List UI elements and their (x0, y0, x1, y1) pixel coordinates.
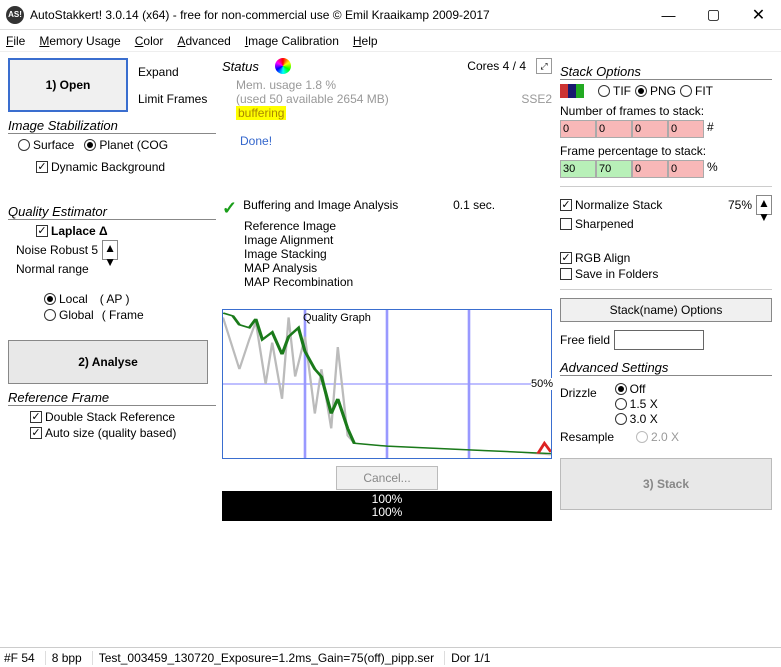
menu-help[interactable]: Help (353, 34, 378, 48)
pct-frames-2[interactable] (596, 160, 632, 178)
normal-range-label: Normal range (16, 262, 89, 276)
open-button[interactable]: 1) Open (8, 58, 128, 112)
mem-usage-pct: Mem. usage 1.8 % (236, 78, 552, 92)
normalize-checkbox[interactable]: Normalize Stack (560, 198, 662, 212)
expand-label[interactable]: Expand (138, 65, 207, 79)
num-frames-label: Number of frames to stack: (560, 104, 772, 118)
stack-options-heading: Stack Options (560, 64, 772, 80)
num-frames-2[interactable] (596, 120, 632, 138)
auto-size-checkbox[interactable]: Auto size (quality based) (30, 426, 176, 440)
pct-frames-3[interactable] (632, 160, 668, 178)
maximize-button[interactable]: ▢ (691, 0, 736, 30)
num-frames-3[interactable] (632, 120, 668, 138)
free-field-label: Free field (560, 333, 610, 347)
drizzle-off-radio[interactable]: Off (615, 382, 658, 396)
stabilization-heading: Image Stabilization (8, 118, 216, 134)
drizzle-15-radio[interactable]: 1.5 X (615, 397, 658, 411)
step-label: Buffering and Image Analysis (243, 198, 453, 219)
menu-color[interactable]: Color (135, 34, 164, 48)
cores-label: Cores 4 / 4 (467, 59, 526, 73)
num-frames-1[interactable] (560, 120, 596, 138)
limit-frames-label[interactable]: Limit Frames (138, 92, 207, 106)
step-label: MAP Analysis (244, 261, 454, 275)
save-folders-checkbox[interactable]: Save in Folders (560, 267, 658, 281)
local-radio[interactable]: Local (44, 292, 88, 306)
sse-label: SSE2 (521, 92, 552, 106)
status-frame-count: #F 54 (4, 651, 35, 665)
step-label: Image Alignment (244, 233, 454, 247)
check-icon: ✓ (222, 198, 237, 219)
tif-radio[interactable]: TIF (598, 84, 631, 98)
done-status: Done! (240, 134, 552, 148)
analyse-button[interactable]: 2) Analyse (8, 340, 208, 384)
status-heading: Status (222, 59, 259, 74)
status-filename: Test_003459_130720_Exposure=1.2ms_Gain=7… (92, 651, 434, 665)
rgb-swatch-icon (560, 84, 584, 98)
surface-radio[interactable]: Surface (18, 138, 74, 152)
fit-radio[interactable]: FIT (680, 84, 713, 98)
menu-memory[interactable]: Memory Usage (39, 34, 120, 48)
mem-usage-detail: (used 50 available 2654 MB) (236, 92, 389, 106)
pct-frames-1[interactable] (560, 160, 596, 178)
step-label: MAP Recombination (244, 275, 454, 289)
buffering-status: buffering (236, 106, 286, 120)
cores-expand-icon[interactable]: ⤢ (536, 58, 552, 74)
global-radio[interactable]: Global (44, 308, 94, 322)
dynamic-background-checkbox[interactable]: Dynamic Background (36, 160, 165, 174)
step-label: Reference Image (244, 219, 454, 233)
pct-frames-4[interactable] (668, 160, 704, 178)
free-field-input[interactable] (614, 330, 704, 350)
png-radio[interactable]: PNG (635, 84, 676, 98)
stack-button[interactable]: 3) Stack (560, 458, 772, 510)
noise-robust-spinner[interactable]: ▲▼ (102, 240, 118, 260)
resample-label: Resample (560, 430, 614, 444)
step-label: Image Stacking (244, 247, 454, 261)
cancel-button[interactable]: Cancel... (336, 466, 437, 490)
resample-20-radio[interactable]: 2.0 X (636, 430, 679, 444)
menu-file[interactable]: File (6, 34, 25, 48)
num-frames-4[interactable] (668, 120, 704, 138)
planet-radio[interactable]: Planet (COG (84, 138, 168, 152)
menu-calibration[interactable]: Image Calibration (245, 34, 339, 48)
minimize-button[interactable]: — (646, 0, 691, 30)
status-bpp: 8 bpp (45, 651, 82, 665)
progress-bar: 100% 100% (222, 491, 552, 521)
laplace-checkbox[interactable]: Laplace Δ (36, 224, 108, 238)
app-icon: AS! (6, 6, 24, 24)
pct-frames-label: Frame percentage to stack: (560, 144, 772, 158)
rgb-align-checkbox[interactable]: RGB Align (560, 251, 630, 265)
drizzle-label: Drizzle (560, 386, 597, 400)
window-title: AutoStakkert! 3.0.14 (x64) - free for no… (30, 8, 646, 22)
quality-graph: Quality Graph 50% (222, 309, 552, 459)
reference-frame-heading: Reference Frame (8, 390, 216, 406)
double-stack-checkbox[interactable]: Double Stack Reference (30, 410, 175, 424)
close-button[interactable]: ✕ (736, 0, 781, 30)
sharpened-checkbox[interactable]: Sharpened (560, 217, 634, 231)
noise-robust-label: Noise Robust 5 (16, 243, 98, 257)
menu-advanced[interactable]: Advanced (177, 34, 230, 48)
status-dor: Dor 1/1 (444, 651, 490, 665)
color-wheel-icon[interactable] (275, 58, 291, 74)
quality-heading: Quality Estimator (8, 204, 216, 220)
normalize-spinner[interactable]: ▲▼ (756, 195, 772, 215)
stackname-options-button[interactable]: Stack(name) Options (560, 298, 772, 322)
advanced-settings-heading: Advanced Settings (560, 360, 772, 376)
drizzle-30-radio[interactable]: 3.0 X (615, 412, 658, 426)
